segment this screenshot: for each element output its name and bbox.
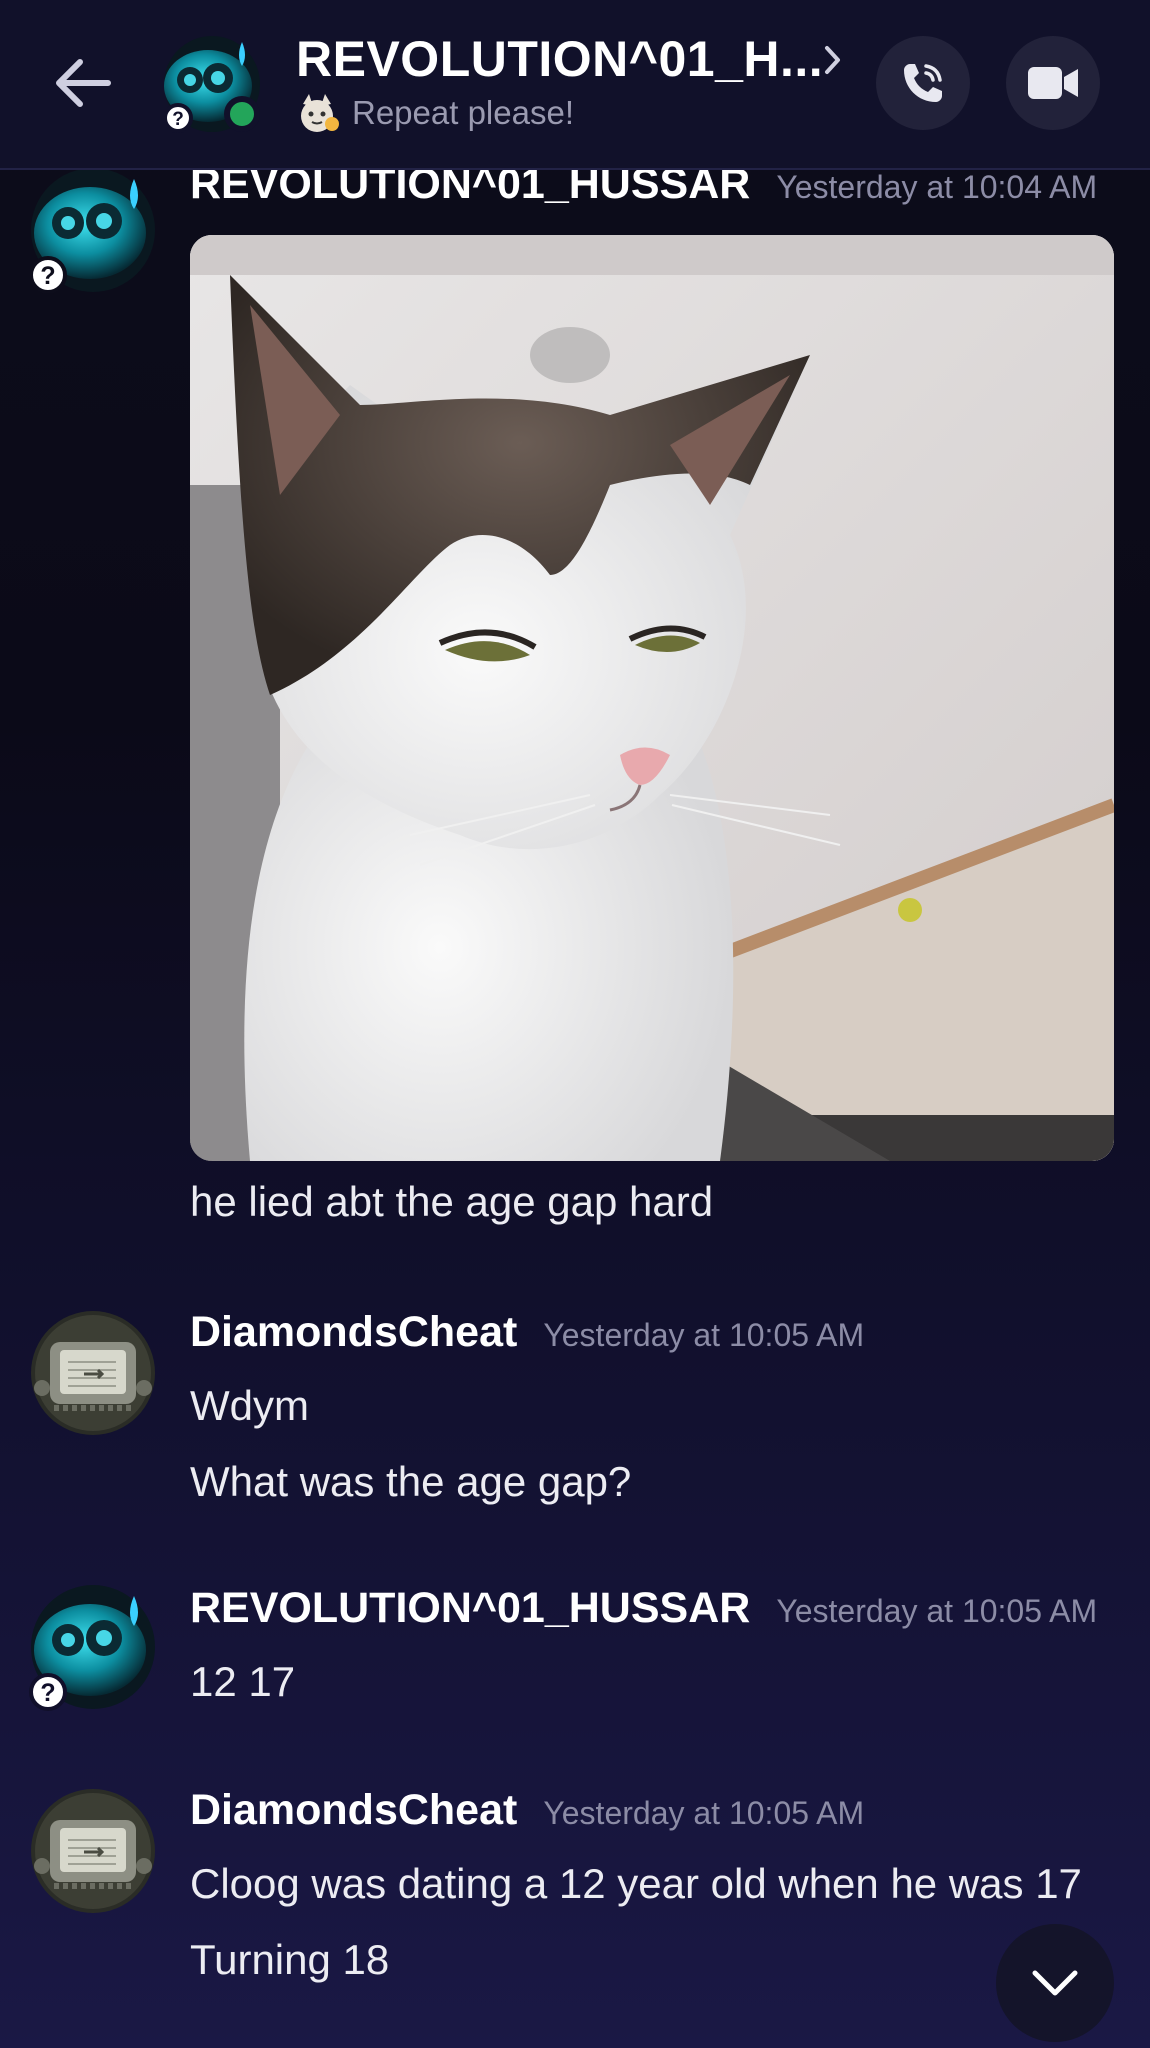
phone-call-icon — [904, 64, 942, 102]
status-text: Repeat please! — [352, 94, 574, 131]
svg-text:?: ? — [40, 1679, 55, 1707]
image-attachment[interactable] — [190, 235, 1114, 1161]
online-status-dot — [224, 96, 260, 132]
status-emoji-icon — [301, 94, 339, 132]
chevron-down-icon — [1032, 1970, 1078, 1996]
header-avatar[interactable]: ? — [158, 30, 266, 138]
avatar-revolution[interactable]: ? — [28, 1582, 158, 1712]
message-text: Cloog was dating a 12 year old when he w… — [190, 1860, 1082, 1907]
message-author[interactable]: REVOLUTION^01_HUSSAR — [190, 1584, 750, 1633]
message-header: DiamondsCheat Yesterday at 10:05 AM — [190, 1308, 864, 1357]
cat-photo — [190, 235, 1114, 1161]
chevron-right-icon[interactable] — [822, 42, 844, 78]
message-timestamp: Yesterday at 10:04 AM — [776, 169, 1098, 205]
avatar-diamondscheat[interactable] — [28, 1308, 158, 1438]
back-button[interactable] — [48, 48, 118, 118]
jump-to-latest-button[interactable] — [996, 1924, 1114, 2042]
avatar-revolution[interactable]: ? — [28, 165, 158, 295]
custom-status: Repeat please! — [294, 90, 574, 136]
message-timestamp: Yesterday at 10:05 AM — [776, 1593, 1098, 1629]
message-text: he lied abt the age gap hard — [190, 1178, 714, 1225]
video-call-button[interactable] — [1006, 36, 1100, 130]
message-text: Wdym — [190, 1382, 309, 1429]
chat-header: ? REVOLUTION^01_H... Repeat please! — [0, 0, 1150, 170]
message-timestamp: Yesterday at 10:05 AM — [543, 1317, 865, 1353]
message-text: 12 17 — [190, 1658, 296, 1705]
message-timestamp: Yesterday at 10:05 AM — [543, 1795, 865, 1831]
voice-call-button[interactable] — [876, 36, 970, 130]
svg-text:?: ? — [172, 109, 184, 130]
video-camera-icon — [1028, 67, 1078, 99]
message-text: What was the age gap? — [190, 1458, 632, 1505]
message-author[interactable]: DiamondsCheat — [190, 1308, 517, 1357]
message-header: DiamondsCheat Yesterday at 10:05 AM — [190, 1786, 864, 1835]
svg-text:?: ? — [40, 262, 55, 290]
message-text: Turning 18 — [190, 1936, 390, 1983]
avatar-diamondscheat[interactable] — [28, 1786, 158, 1916]
channel-title[interactable]: REVOLUTION^01_H... — [296, 30, 823, 88]
arrow-left-icon — [56, 59, 111, 107]
message-author[interactable]: DiamondsCheat — [190, 1786, 517, 1835]
message-header: REVOLUTION^01_HUSSAR Yesterday at 10:05 … — [190, 1584, 1097, 1633]
